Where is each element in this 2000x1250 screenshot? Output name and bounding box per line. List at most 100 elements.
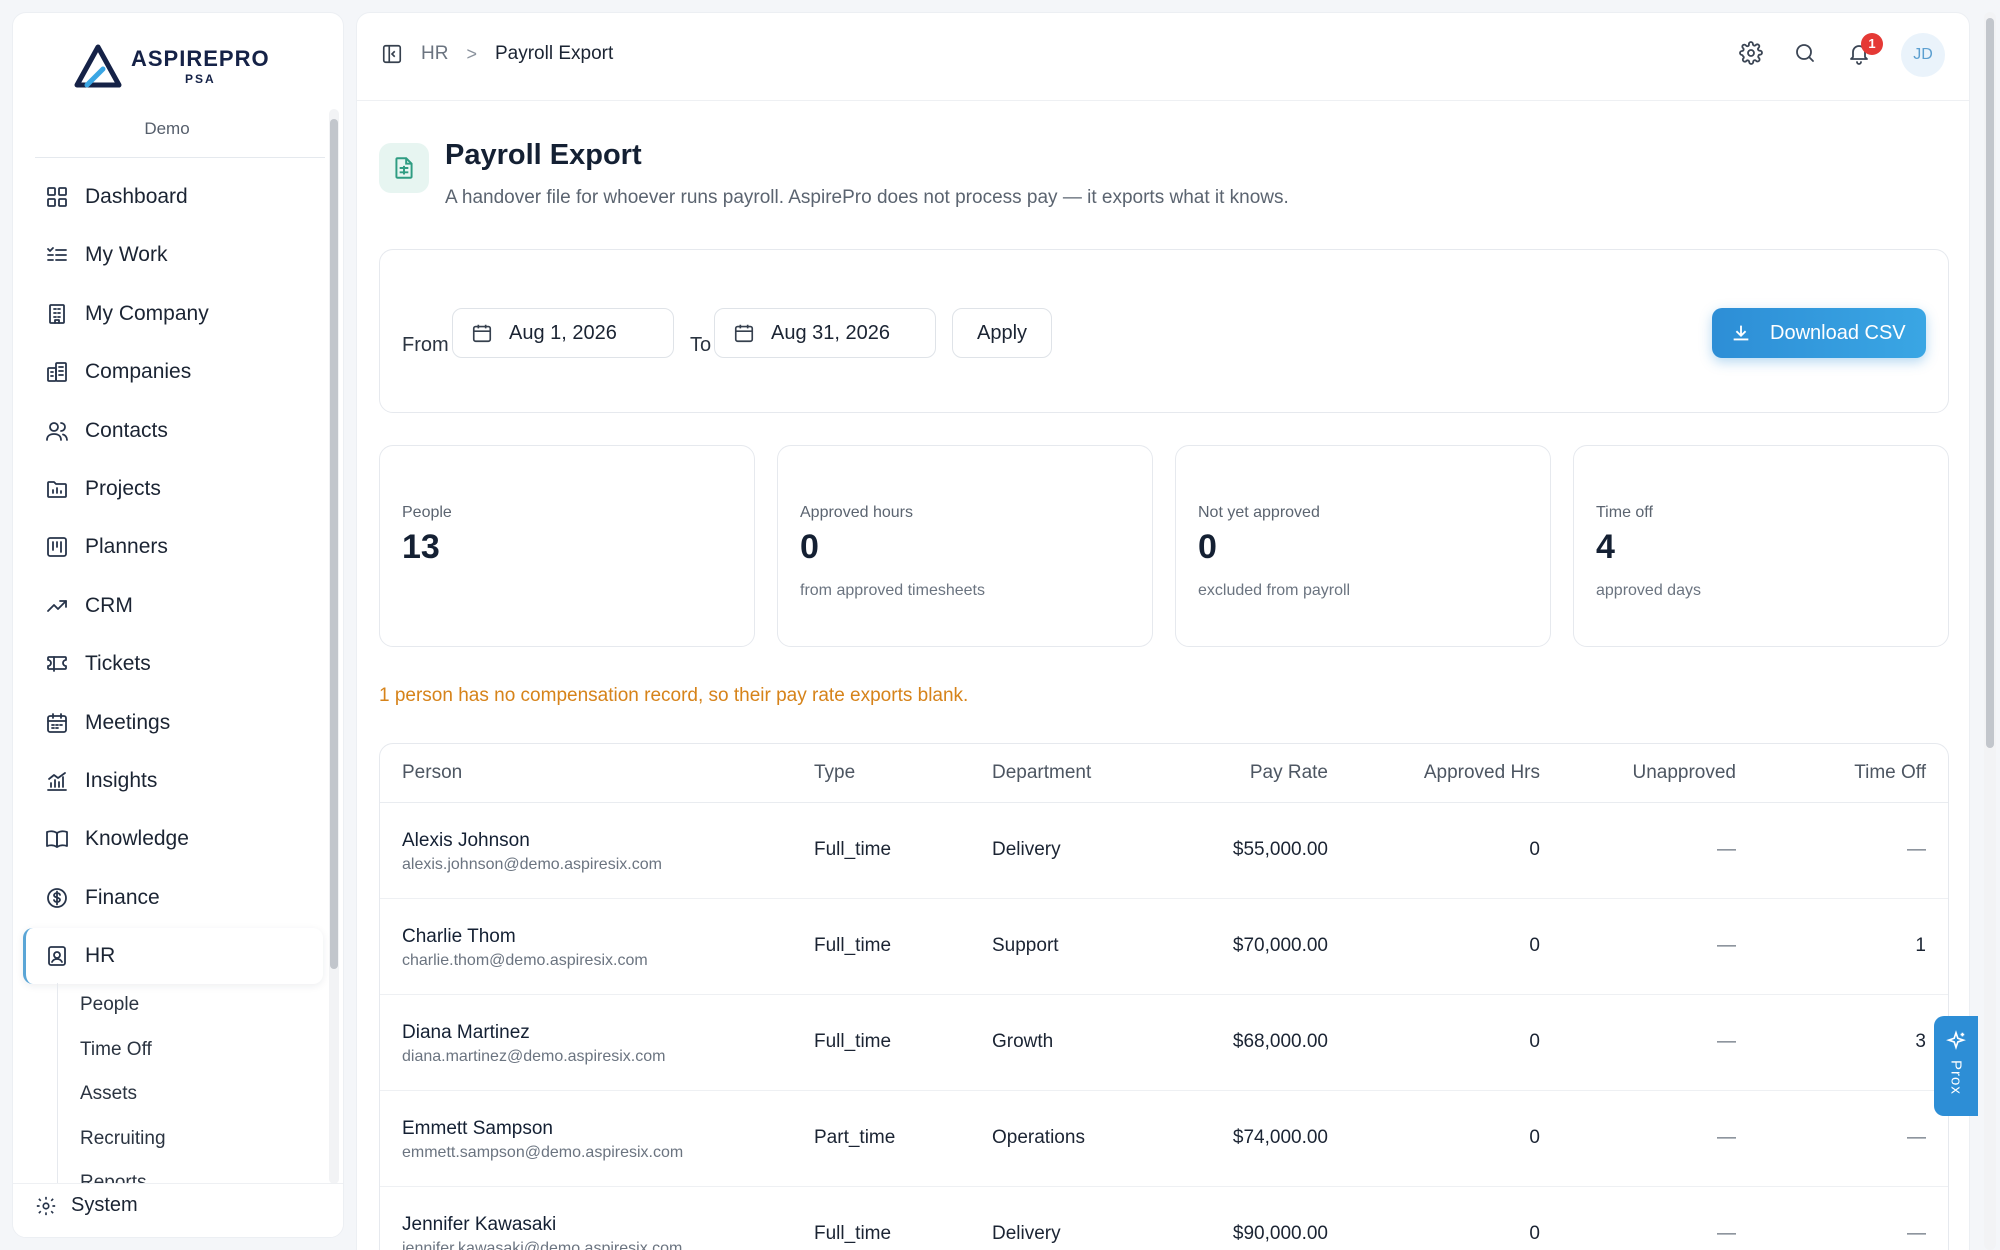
nav-knowledge[interactable]: Knowledge: [23, 811, 323, 867]
stat-value: 4: [1596, 528, 1615, 566]
nav-label: Meetings: [85, 710, 171, 734]
to-date-picker[interactable]: Aug 31, 2026: [714, 308, 936, 358]
nav-finance[interactable]: Finance: [23, 870, 323, 926]
cell-department: Delivery: [992, 802, 1192, 899]
nav-my-work[interactable]: My Work: [23, 227, 323, 283]
person-name[interactable]: Jennifer Kawasaki: [402, 1214, 814, 1236]
stat-hint: excluded from payroll: [1198, 582, 1351, 599]
nav-label: Knowledge: [85, 827, 189, 851]
nav-label: System: [71, 1194, 138, 1216]
nav-planners[interactable]: Planners: [23, 519, 323, 575]
col-type[interactable]: Type: [814, 744, 992, 803]
brand-sub: PSA: [184, 71, 216, 86]
col-person[interactable]: Person: [380, 744, 814, 803]
cell-pay-rate: $70,000.00: [1192, 898, 1328, 995]
avatar[interactable]: JD: [1901, 33, 1945, 77]
main-nav: Dashboard My Work My Company Companies C…: [23, 169, 323, 986]
person-email: diana.martinez@demo.aspiresix.com: [402, 1048, 666, 1065]
person-name[interactable]: Alexis Johnson: [402, 830, 814, 852]
calendar-icon: [734, 324, 754, 343]
crumb-current: Payroll Export: [494, 43, 614, 64]
grid-icon: [45, 185, 69, 209]
col-pay-rate[interactable]: Pay Rate: [1192, 744, 1328, 803]
notifications-button[interactable]: 1: [1847, 32, 1883, 70]
cell-time-off: —: [1736, 802, 1948, 899]
person-name[interactable]: Charlie Thom: [402, 926, 814, 948]
sparkle-icon: [1946, 1030, 1966, 1051]
table-row[interactable]: Jennifer Kawasaki jennifer.kawasaki@demo.…: [380, 1186, 1948, 1250]
kanban-icon: [45, 535, 69, 559]
download-icon: [1733, 325, 1749, 341]
from-date-picker[interactable]: Aug 1, 2026: [452, 308, 674, 358]
scrollbar-thumb[interactable]: [1986, 18, 1994, 748]
breadcrumb: HR > Payroll Export: [381, 43, 613, 65]
table-row[interactable]: Charlie Thom charlie.thom@demo.aspiresix.…: [380, 898, 1948, 995]
users-icon: [45, 419, 69, 443]
nav-label: Tickets: [85, 652, 151, 676]
cell-approved-hrs: 0: [1328, 1090, 1540, 1187]
search-button[interactable]: [1793, 41, 1817, 70]
cell-type: Part_time: [814, 1090, 992, 1187]
nav-hr[interactable]: HR: [23, 928, 323, 985]
table-row[interactable]: Diana Martinez diana.martinez@demo.aspire…: [380, 994, 1948, 1091]
chevron-right-icon: >: [466, 43, 477, 64]
apply-button[interactable]: Apply: [952, 308, 1052, 358]
search-icon: [1796, 43, 1814, 62]
nav-contacts[interactable]: Contacts: [23, 403, 323, 459]
stat-label: Approved hours: [800, 504, 913, 521]
nav-tickets[interactable]: Tickets: [23, 636, 323, 692]
subnav-assets[interactable]: Assets: [58, 1072, 317, 1117]
page-title: Payroll Export: [445, 139, 642, 171]
hr-subnav: People Time Off Assets Recruiting Report…: [57, 983, 317, 1183]
table-row[interactable]: Alexis Johnson alexis.johnson@demo.aspire…: [380, 802, 1948, 899]
main-scrollbar[interactable]: [1984, 12, 1996, 1250]
subnav-reports[interactable]: Reports: [58, 1161, 317, 1183]
col-approved-hrs[interactable]: Approved Hrs: [1328, 744, 1540, 803]
folder-chart-icon: [45, 477, 69, 501]
col-unapproved[interactable]: Unapproved: [1540, 744, 1736, 803]
prox-assistant-tab[interactable]: Prox: [1934, 1016, 1978, 1116]
book-icon: [45, 827, 69, 851]
payroll-table-card: Person Type Department Pay Rate Approved…: [379, 743, 1949, 1250]
person-name[interactable]: Emmett Sampson: [402, 1118, 814, 1140]
gear-icon: [36, 1196, 56, 1215]
cell-unapproved: —: [1540, 1186, 1736, 1250]
person-name[interactable]: Diana Martinez: [402, 1022, 814, 1044]
workspace-name[interactable]: Demo: [13, 119, 321, 139]
col-department[interactable]: Department: [992, 744, 1192, 803]
sidebar-footer: System: [13, 1183, 343, 1237]
scrollbar-thumb[interactable]: [330, 119, 338, 969]
cell-unapproved: —: [1540, 1090, 1736, 1187]
subnav-people[interactable]: People: [58, 983, 317, 1028]
from-date-value: Aug 1, 2026: [509, 321, 617, 344]
table-row[interactable]: Emmett Sampson emmett.sampson@demo.aspire…: [380, 1090, 1948, 1187]
subnav-time-off[interactable]: Time Off: [58, 1028, 317, 1073]
nav-insights[interactable]: Insights: [23, 753, 323, 809]
stat-not-yet-approved: Not yet approved 0 excluded from payroll: [1175, 445, 1551, 647]
stat-people: People 13: [379, 445, 755, 647]
nav-dashboard[interactable]: Dashboard: [23, 169, 323, 225]
brand-logo[interactable]: ASPIREPRO PSA: [73, 43, 270, 89]
crumb-hr[interactable]: HR: [421, 43, 448, 65]
sidebar-toggle-icon[interactable]: [381, 43, 403, 65]
stat-value: 13: [402, 528, 440, 566]
person-email: jennifer.kawasaki@demo.aspiresix.com: [402, 1240, 683, 1250]
download-csv-button[interactable]: Download CSV: [1712, 308, 1926, 358]
person-email: emmett.sampson@demo.aspiresix.com: [402, 1144, 684, 1161]
sidebar: ASPIREPRO PSA Demo Dashboard My Work My …: [12, 12, 344, 1238]
nav-companies[interactable]: Companies: [23, 344, 323, 400]
cell-type: Full_time: [814, 802, 992, 899]
nav-label: Finance: [85, 885, 160, 909]
prox-label: Prox: [1947, 1060, 1965, 1095]
col-time-off[interactable]: Time Off: [1736, 744, 1948, 803]
nav-my-company[interactable]: My Company: [23, 286, 323, 342]
subnav-recruiting[interactable]: Recruiting: [58, 1117, 317, 1162]
cell-approved-hrs: 0: [1328, 994, 1540, 1091]
settings-button[interactable]: [1739, 40, 1763, 70]
nav-system[interactable]: System: [35, 1194, 138, 1217]
nav-projects[interactable]: Projects: [23, 461, 323, 517]
nav-meetings[interactable]: Meetings: [23, 695, 323, 751]
nav-crm[interactable]: CRM: [23, 578, 323, 634]
dollar-circle-icon: [45, 886, 69, 910]
sidebar-scrollbar[interactable]: [329, 109, 339, 1184]
